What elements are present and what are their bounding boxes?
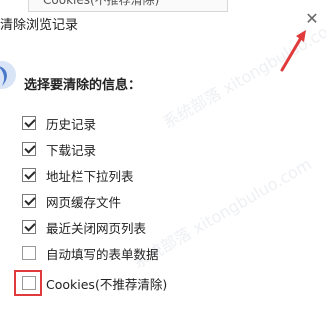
red-arrow-icon (280, 30, 306, 72)
option-label: 历史记录 (46, 116, 97, 132)
option-address-dropdown[interactable]: 地址栏下拉列表 (22, 165, 134, 185)
dialog-title: 清除浏览记录 (0, 18, 79, 33)
option-downloads[interactable]: 下载记录 (22, 139, 96, 159)
prompt-label: 选择要清除的信息： (24, 78, 142, 93)
close-button[interactable]: ✕ (303, 10, 321, 28)
option-label: 自动填写的表单数据 (46, 246, 159, 262)
checkbox-address-dropdown[interactable] (22, 168, 36, 182)
checkbox-autofill[interactable] (22, 246, 36, 260)
brand-icon (0, 61, 16, 89)
option-autofill[interactable]: 自动填写的表单数据 (22, 243, 159, 263)
option-label: 网页缓存文件 (46, 194, 122, 210)
option-label: 地址栏下拉列表 (46, 168, 134, 184)
option-history[interactable]: 历史记录 (22, 113, 96, 133)
option-label: 最近关闭网页列表 (46, 220, 147, 236)
option-cache[interactable]: 网页缓存文件 (22, 191, 121, 211)
checkbox-recently-closed[interactable] (22, 220, 36, 234)
option-label: Cookies(不推荐清除) (46, 276, 168, 292)
background-tab: Cookies(不推荐清除) (28, 0, 228, 12)
checkbox-cache[interactable] (22, 194, 36, 208)
checkbox-history[interactable] (22, 116, 36, 130)
close-icon: ✕ (305, 9, 319, 28)
option-recently-closed[interactable]: 最近关闭网页列表 (22, 217, 146, 237)
option-cookies[interactable]: Cookies(不推荐清除) (22, 273, 167, 293)
checkbox-downloads[interactable] (22, 142, 36, 156)
option-label: 下载记录 (46, 142, 97, 158)
highlight-box (14, 270, 42, 296)
